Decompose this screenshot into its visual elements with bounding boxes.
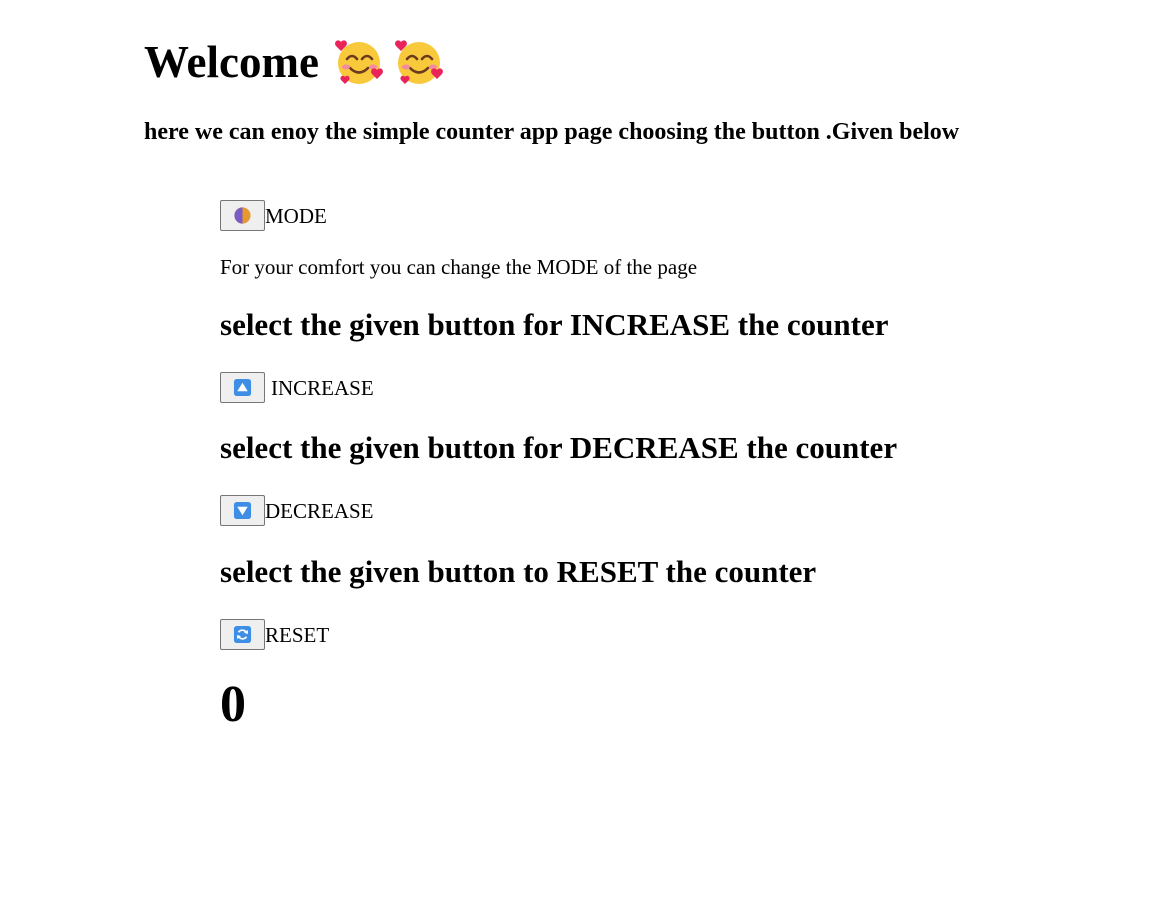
up-arrow-icon xyxy=(233,378,252,397)
increase-label: INCREASE xyxy=(271,375,374,400)
refresh-icon xyxy=(233,625,252,644)
mode-note: For your comfort you can change the MODE… xyxy=(220,255,698,279)
decrease-row: DECREASE xyxy=(220,495,374,526)
decrease-heading: select the given button for DECREASE the… xyxy=(220,430,898,465)
mode-row: MODE xyxy=(220,200,327,231)
intro-text: here we can enoy the simple counter app … xyxy=(144,119,960,145)
increase-heading: select the given button for INCREASE the… xyxy=(220,307,889,342)
reset-heading: select the given button to RESET the cou… xyxy=(220,554,817,589)
reset-button[interactable] xyxy=(220,619,265,650)
smiling-face-with-hearts-icon xyxy=(395,36,447,88)
increase-button[interactable] xyxy=(220,372,265,403)
title-row: Welcome xyxy=(144,36,447,88)
mode-button[interactable] xyxy=(220,200,265,231)
half-moon-mode-icon xyxy=(233,206,252,225)
page-title: Welcome xyxy=(144,37,319,87)
decrease-button[interactable] xyxy=(220,495,265,526)
mode-label: MODE xyxy=(265,203,327,228)
down-arrow-icon xyxy=(233,501,252,520)
reset-label: RESET xyxy=(265,622,330,647)
counter-value: 0 xyxy=(220,676,246,733)
smiling-face-with-hearts-icon xyxy=(335,36,387,88)
decrease-label: DECREASE xyxy=(265,498,374,523)
reset-row: RESET xyxy=(220,619,329,650)
increase-row: INCREASE xyxy=(220,372,374,403)
